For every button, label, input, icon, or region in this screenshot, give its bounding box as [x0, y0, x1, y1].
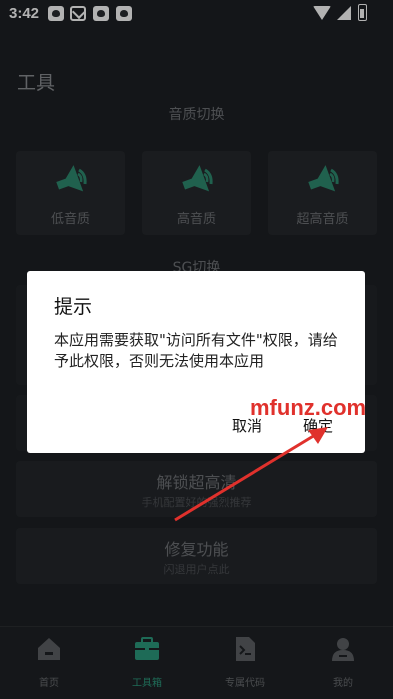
dialog-title: 提示	[54, 296, 93, 318]
app-screen: 3:42 工具 音质切换 低音质 高音质 超高音质 SG切换 解锁超高清 手机配…	[0, 0, 393, 699]
dialog-message: 本应用需要获取"访问所有文件"权限，请给予此权限，否则无法使用本应用	[54, 331, 338, 370]
red-arrow-annotation	[174, 427, 328, 522]
